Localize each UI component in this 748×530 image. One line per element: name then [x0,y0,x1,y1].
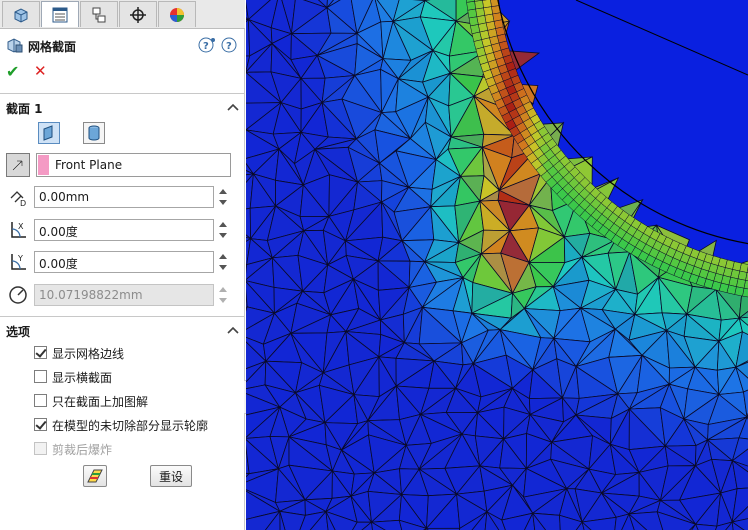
option-label: 显示横截面 [52,371,113,385]
svg-text:?: ? [203,41,209,52]
feature-header: 网格截面 ? ? [6,36,242,56]
offset-distance-spinner[interactable] [216,186,230,208]
plane-icon [43,125,53,141]
cylindrical-section-button[interactable] [83,122,105,144]
radius-value: 10.07198822mm [39,288,143,302]
graphics-area[interactable] [246,0,748,530]
mesh-plot [246,0,748,530]
svg-text:Y: Y [17,254,23,263]
tab-property-manager[interactable] [41,1,79,27]
isosurface-button[interactable] [83,465,107,487]
plane-color-swatch [38,155,49,175]
tab-configuration-manager[interactable] [80,1,118,27]
svg-text:X: X [18,222,24,231]
property-manager-panel: 网格截面 ? ? ✔ ✕ 截面 1 Front Plane D 0.00mm X… [0,0,245,530]
options-section-title: 选项 [6,325,31,339]
reference-plane-field[interactable]: Front Plane [36,153,231,177]
option-label: 只在截面上加图解 [52,395,149,409]
option-label: 剪裁后爆炸 [52,443,113,457]
checkbox[interactable] [34,370,47,383]
divider [0,93,244,94]
panel-tab-bar [0,0,245,29]
offset-distance-input[interactable]: 0.00mm [34,186,214,208]
isosurface-icon [87,469,103,483]
option-label: 在模型的未切除部分显示轮廓 [52,419,209,433]
offset-distance-icon: D [6,185,30,209]
ok-check-icon[interactable]: ✔ [6,62,19,81]
whats-wrong-help-icon[interactable]: ? [198,36,216,54]
select-arrow-icon [12,160,23,171]
angle-x-value: 0.00度 [39,225,78,239]
planar-section-button[interactable] [38,122,60,144]
checkbox[interactable] [34,394,47,407]
angle-x-input[interactable]: 0.00度 [34,219,214,241]
tab-dimxpert-manager[interactable] [119,1,157,27]
collapse-chevron-icon[interactable] [227,325,239,335]
display-manager-icon [170,7,184,22]
help-icon[interactable]: ? [220,36,238,54]
angle-y-input[interactable]: 0.00度 [34,251,214,273]
angle-y-icon: Y [6,250,30,274]
section-title: 截面 1 [6,102,43,116]
divider [0,316,244,317]
checkbox[interactable] [34,346,47,359]
tab-display-manager[interactable] [158,1,196,27]
dimxpert-icon [130,6,146,23]
tab-feature-manager[interactable] [2,1,40,27]
property-manager-icon [52,7,68,22]
reference-plane-selector-button[interactable] [6,153,30,177]
angle-x-spinner[interactable] [216,219,230,241]
svg-text:D: D [20,199,26,208]
reference-plane-value: Front Plane [55,158,123,172]
checkbox[interactable] [34,418,47,431]
svg-text:?: ? [226,41,232,52]
configuration-manager-icon [92,7,106,22]
cylinder-icon [88,125,100,141]
option-label: 显示网格边线 [52,347,125,361]
radius-input: 10.07198822mm [34,284,214,306]
offset-distance-value: 0.00mm [39,190,90,204]
radius-spinner [216,284,230,306]
collapse-chevron-icon[interactable] [227,102,239,112]
angle-y-spinner[interactable] [216,251,230,273]
feature-title: 网格截面 [28,40,77,54]
feature-manager-icon [14,7,28,23]
cancel-x-icon[interactable]: ✕ [34,62,47,80]
reset-button[interactable]: 重设 [150,465,192,487]
mesh-section-icon [7,38,23,53]
radius-icon [6,283,30,307]
checkbox [34,442,47,455]
angle-x-icon: X [6,218,30,242]
angle-y-value: 0.00度 [39,257,78,271]
